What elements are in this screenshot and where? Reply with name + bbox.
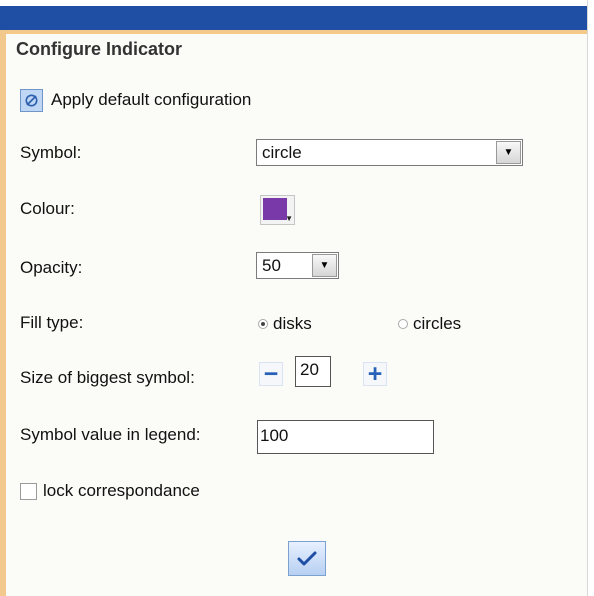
disks-radio-label: disks — [273, 314, 312, 333]
increase-size-button[interactable]: + — [363, 359, 387, 388]
symbol-label: Symbol: — [20, 143, 82, 162]
opacity-label: Opacity: — [20, 258, 83, 277]
fill-type-label: Fill type: — [20, 313, 84, 332]
checkmark-icon — [297, 551, 317, 565]
circles-radio-label: circles — [413, 314, 462, 333]
left-window-border — [0, 30, 6, 596]
window-title-bar — [0, 6, 590, 34]
legend-symbol-value-label: Symbol value in legend: — [20, 425, 201, 444]
apply-default-configuration-button[interactable]: Apply default configuration — [20, 87, 251, 113]
opacity-select[interactable]: 50 ▼ — [256, 252, 339, 279]
selected-colour-swatch — [263, 198, 287, 220]
fill-type-disks-option[interactable]: disks — [258, 314, 312, 334]
legend-symbol-value-input[interactable]: 100 — [257, 420, 434, 454]
colour-label: Colour: — [20, 199, 75, 218]
lock-correspondance-option[interactable]: lock correspondance — [20, 480, 200, 502]
lock-correspondance-checkbox[interactable] — [20, 482, 37, 500]
symbol-selected-value: circle — [262, 142, 302, 162]
confirm-button[interactable] — [288, 541, 326, 576]
panel-title: Configure Indicator — [16, 39, 182, 59]
fill-type-circles-option[interactable]: circles — [398, 314, 461, 334]
lock-correspondance-label: lock correspondance — [43, 481, 200, 500]
symbol-select[interactable]: circle ▼ — [256, 139, 523, 166]
apply-default-configuration-label: Apply default configuration — [51, 90, 252, 109]
biggest-symbol-size-input[interactable]: 20 — [295, 356, 331, 387]
configure-indicator-window: Configure Indicator Apply default config… — [0, 0, 594, 596]
biggest-symbol-size-label: Size of biggest symbol: — [20, 368, 195, 387]
opacity-dropdown-arrow-icon[interactable]: ▼ — [312, 254, 337, 277]
symbol-dropdown-arrow-icon[interactable]: ▼ — [496, 141, 521, 164]
disks-radio[interactable] — [258, 319, 268, 329]
right-window-edge — [587, 0, 594, 596]
circles-radio[interactable] — [398, 319, 408, 329]
decrease-size-button[interactable]: − — [259, 359, 283, 388]
colour-picker-button[interactable]: ▼ — [260, 195, 295, 225]
opacity-selected-value: 50 — [262, 255, 281, 275]
minus-icon: − — [263, 359, 279, 388]
reset-icon-graphic — [25, 94, 38, 106]
plus-icon: + — [367, 359, 383, 388]
colour-dropdown-arrow-icon: ▼ — [285, 214, 293, 223]
reset-icon — [20, 88, 43, 112]
